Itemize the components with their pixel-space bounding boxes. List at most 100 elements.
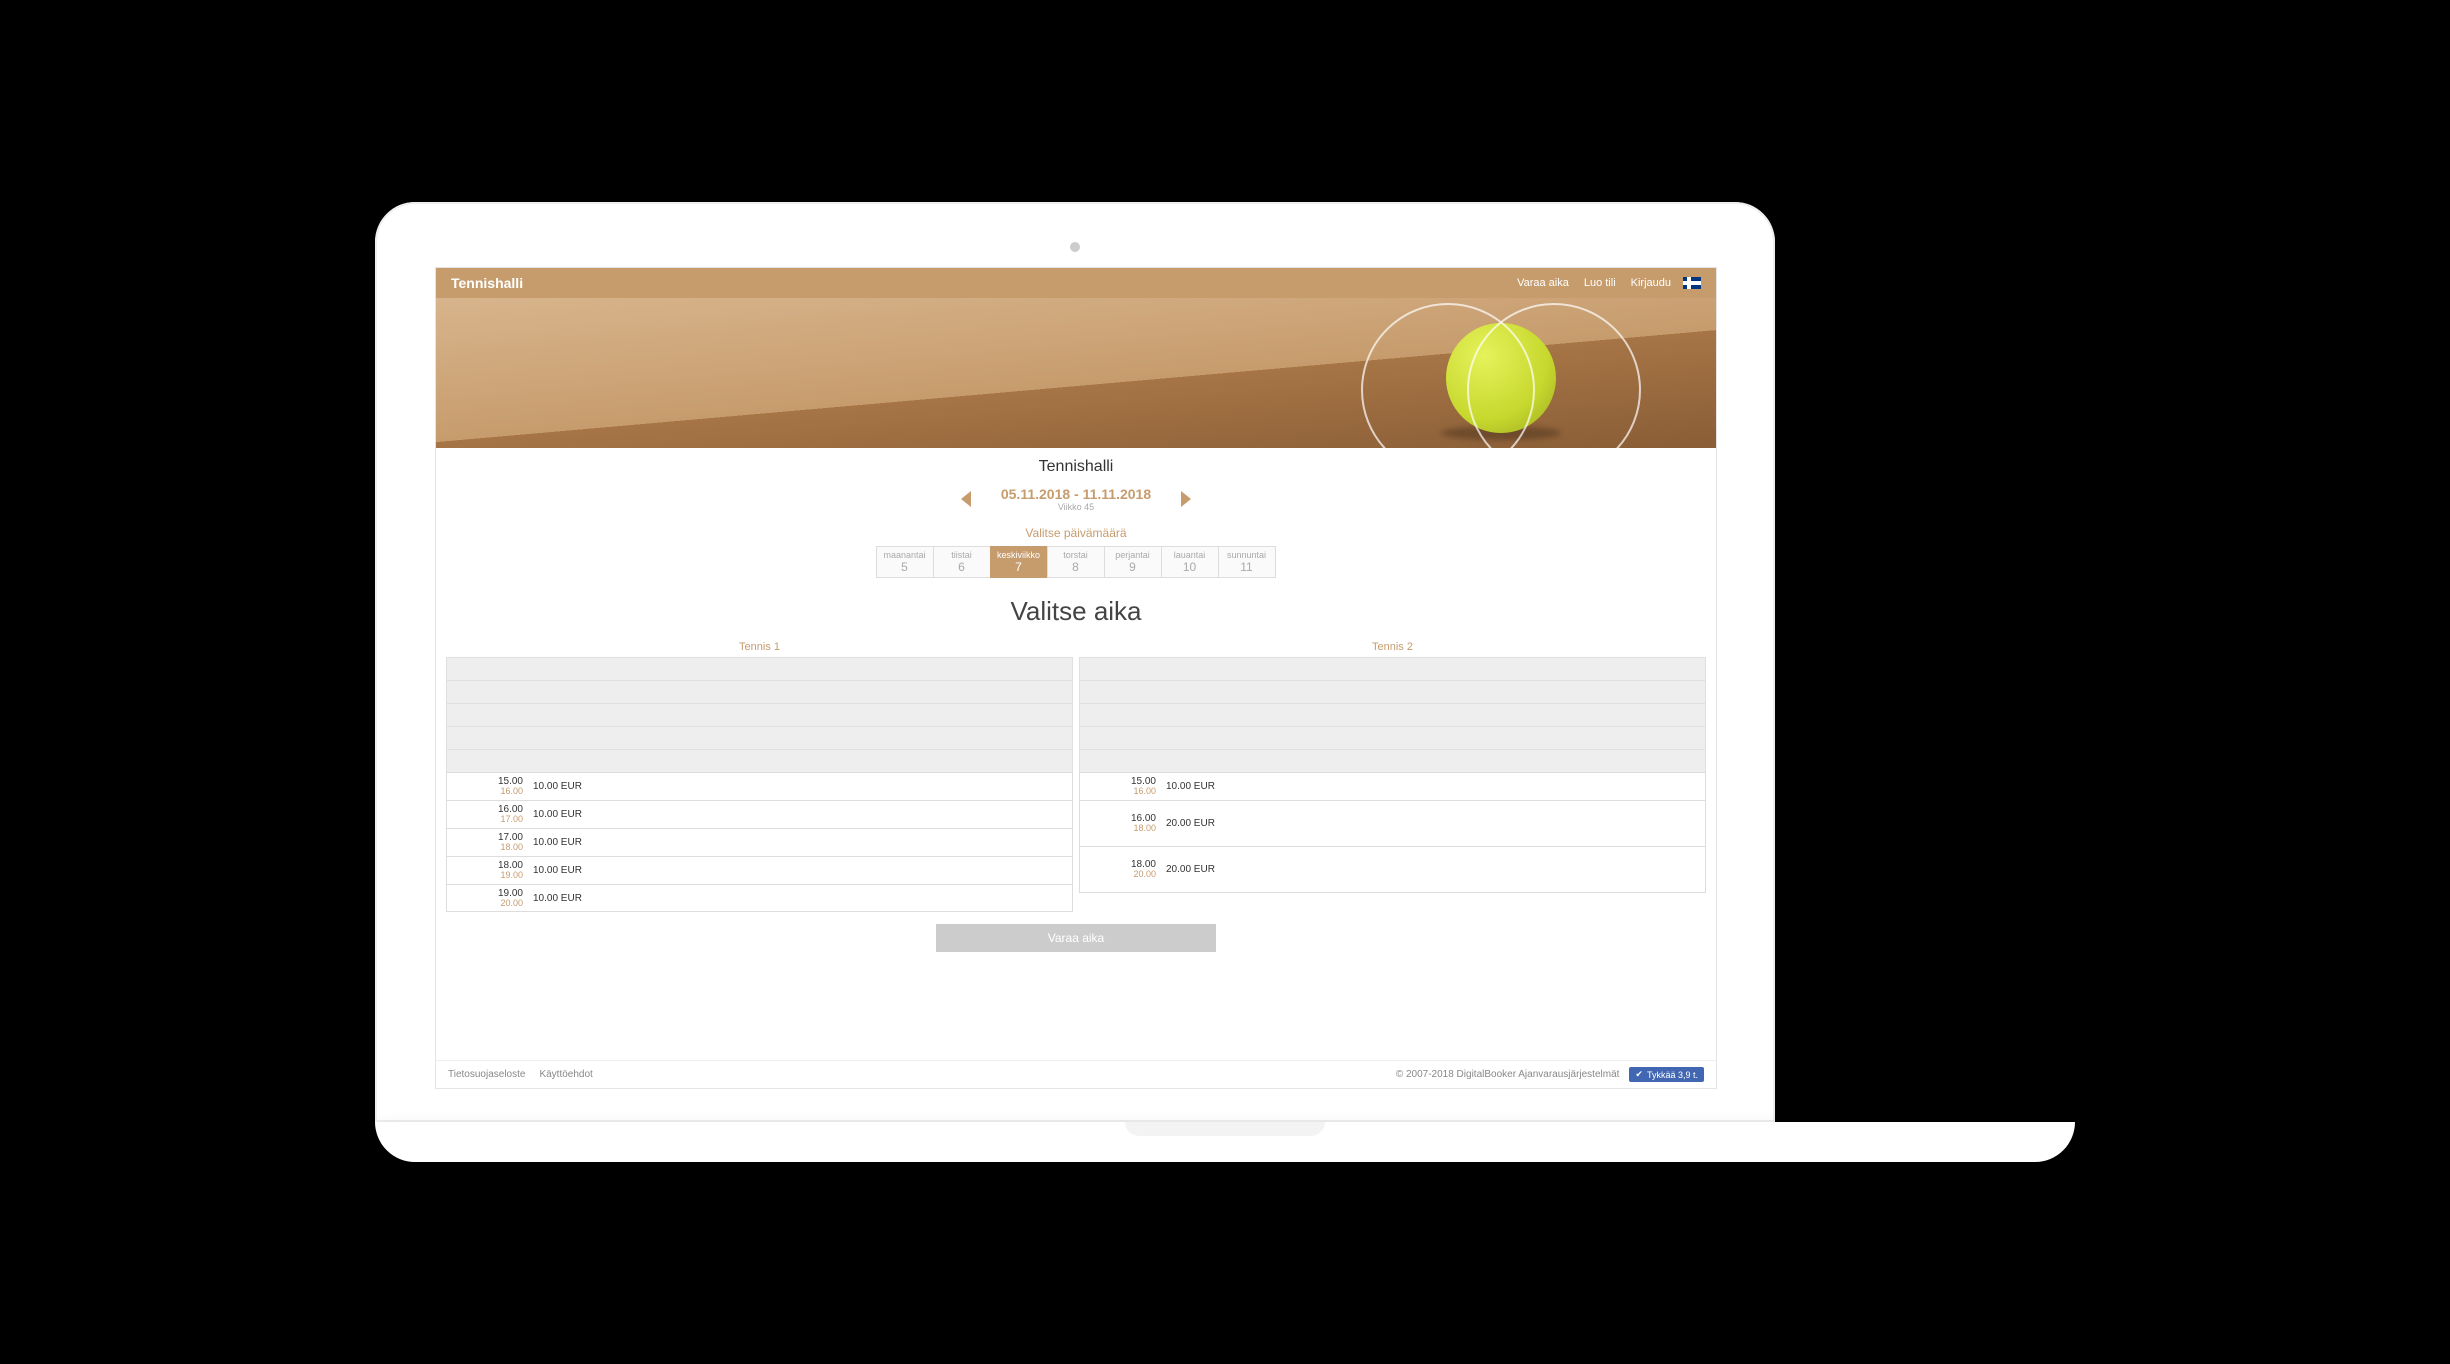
select-time-label: Valitse aika xyxy=(436,596,1716,627)
slot-times: 15.0016.00 xyxy=(453,776,523,797)
slot-end: 16.00 xyxy=(1086,787,1156,797)
hero-banner xyxy=(436,298,1716,448)
day-name: lauantai xyxy=(1174,550,1206,560)
unavailable-row xyxy=(447,704,1072,727)
slot-times: 18.0020.00 xyxy=(1086,859,1156,880)
day-name: keskiviikko xyxy=(997,550,1040,560)
day-torstai[interactable]: torstai8 xyxy=(1047,546,1105,578)
app-screen: Tennishalli Varaa aika Luo tili Kirjaudu… xyxy=(435,267,1717,1089)
courts-container: Tennis 115.0016.0010.00 EUR16.0017.0010.… xyxy=(436,637,1716,912)
week-navigator: 05.11.2018 - 11.11.2018 Viikko 45 xyxy=(436,486,1716,512)
laptop-notch xyxy=(1125,1122,1325,1136)
day-perjantai[interactable]: perjantai9 xyxy=(1104,546,1162,578)
court-name: Tennis 2 xyxy=(1079,637,1706,657)
slot-price: 10.00 EUR xyxy=(533,837,582,848)
nav-book[interactable]: Varaa aika xyxy=(1517,277,1569,289)
slot-price: 20.00 EUR xyxy=(1166,864,1215,875)
day-number: 6 xyxy=(934,560,990,574)
slot-price: 20.00 EUR xyxy=(1166,818,1215,829)
unavailable-row xyxy=(447,658,1072,681)
court-column: Tennis 215.0016.0010.00 EUR16.0018.0020.… xyxy=(1079,637,1706,912)
screen-frame: Tennishalli Varaa aika Luo tili Kirjaudu… xyxy=(375,202,1775,1122)
week-number: Viikko 45 xyxy=(1001,502,1151,512)
time-slot[interactable]: 16.0018.00 20.00 EUR xyxy=(1079,800,1706,847)
day-name: sunnuntai xyxy=(1227,550,1266,560)
time-slot[interactable]: 19.0020.00 10.00 EUR xyxy=(446,884,1073,913)
footer: Tietosuojaseloste Käyttöehdot © 2007-201… xyxy=(436,1060,1716,1088)
unavailable-row xyxy=(1080,658,1705,681)
day-tiistai[interactable]: tiistai6 xyxy=(933,546,991,578)
slot-end: 18.00 xyxy=(453,843,523,853)
slot-start: 19.00 xyxy=(453,888,523,899)
slot-times: 15.0016.00 xyxy=(1086,776,1156,797)
footer-privacy[interactable]: Tietosuojaseloste xyxy=(448,1069,525,1080)
unavailable-row xyxy=(1080,750,1705,772)
laptop-base xyxy=(375,1122,2075,1162)
time-slot[interactable]: 15.0016.00 10.00 EUR xyxy=(1079,772,1706,801)
day-number: 8 xyxy=(1048,560,1104,574)
day-number: 5 xyxy=(877,560,933,574)
court-column: Tennis 115.0016.0010.00 EUR16.0017.0010.… xyxy=(446,637,1073,912)
unavailable-row xyxy=(1080,704,1705,727)
day-name: torstai xyxy=(1063,550,1088,560)
slot-end: 20.00 xyxy=(1086,870,1156,880)
unavailable-row xyxy=(447,681,1072,704)
facebook-like-button[interactable]: Tykkää 3,9 t. xyxy=(1629,1067,1704,1082)
day-name: maanantai xyxy=(883,550,925,560)
slot-price: 10.00 EUR xyxy=(533,809,582,820)
unavailable-row xyxy=(1080,681,1705,704)
unavailable-row xyxy=(447,750,1072,772)
book-button[interactable]: Varaa aika xyxy=(936,924,1216,952)
prev-week-icon[interactable] xyxy=(961,491,971,507)
day-maanantai[interactable]: maanantai5 xyxy=(876,546,934,578)
day-name: tiistai xyxy=(951,550,972,560)
week-range-block: 05.11.2018 - 11.11.2018 Viikko 45 xyxy=(1001,486,1151,512)
slot-price: 10.00 EUR xyxy=(533,893,582,904)
next-week-icon[interactable] xyxy=(1181,491,1191,507)
slot-times: 18.0019.00 xyxy=(453,860,523,881)
slot-price: 10.00 EUR xyxy=(1166,781,1215,792)
day-sunnuntai[interactable]: sunnuntai11 xyxy=(1218,546,1276,578)
slot-price: 10.00 EUR xyxy=(533,781,582,792)
slot-times: 16.0018.00 xyxy=(1086,813,1156,834)
slot-end: 16.00 xyxy=(453,787,523,797)
slot-price: 10.00 EUR xyxy=(533,865,582,876)
time-slot[interactable]: 18.0020.00 20.00 EUR xyxy=(1079,846,1706,893)
slot-end: 18.00 xyxy=(1086,824,1156,834)
slot-times: 17.0018.00 xyxy=(453,832,523,853)
topbar: Tennishalli Varaa aika Luo tili Kirjaudu xyxy=(436,268,1716,298)
slot-end: 17.00 xyxy=(453,815,523,825)
day-name: perjantai xyxy=(1115,550,1150,560)
brand-title: Tennishalli xyxy=(451,275,1502,291)
time-slot[interactable]: 15.0016.00 10.00 EUR xyxy=(446,772,1073,801)
slot-end: 20.00 xyxy=(453,899,523,909)
footer-copyright: © 2007-2018 DigitalBooker Ajanvarausjärj… xyxy=(1396,1069,1620,1080)
court-name: Tennis 1 xyxy=(446,637,1073,657)
slot-end: 19.00 xyxy=(453,871,523,881)
unavailable-row xyxy=(1080,727,1705,750)
unavailable-block xyxy=(1079,657,1706,773)
unavailable-block xyxy=(446,657,1073,773)
day-number: 10 xyxy=(1162,560,1218,574)
time-slot[interactable]: 18.0019.00 10.00 EUR xyxy=(446,856,1073,885)
day-number: 7 xyxy=(991,560,1047,574)
day-selector: maanantai5tiistai6keskiviikko7torstai8pe… xyxy=(436,546,1716,578)
nav-create-account[interactable]: Luo tili xyxy=(1584,277,1616,289)
slot-times: 16.0017.00 xyxy=(453,804,523,825)
week-range: 05.11.2018 - 11.11.2018 xyxy=(1001,486,1151,502)
camera-dot xyxy=(1070,242,1080,252)
venue-name: Tennishalli xyxy=(436,448,1716,486)
day-lauantai[interactable]: lauantai10 xyxy=(1161,546,1219,578)
laptop-frame: Tennishalli Varaa aika Luo tili Kirjaudu… xyxy=(375,202,2075,1162)
tennis-ball-icon xyxy=(1446,323,1556,433)
footer-terms[interactable]: Käyttöehdot xyxy=(539,1069,592,1080)
nav-login[interactable]: Kirjaudu xyxy=(1631,277,1671,289)
day-number: 11 xyxy=(1219,560,1275,574)
unavailable-row xyxy=(447,727,1072,750)
time-slot[interactable]: 17.0018.00 10.00 EUR xyxy=(446,828,1073,857)
flag-fi-icon[interactable] xyxy=(1683,277,1701,289)
slot-times: 19.0020.00 xyxy=(453,888,523,909)
day-keskiviikko[interactable]: keskiviikko7 xyxy=(990,546,1048,578)
time-slot[interactable]: 16.0017.00 10.00 EUR xyxy=(446,800,1073,829)
day-number: 9 xyxy=(1105,560,1161,574)
